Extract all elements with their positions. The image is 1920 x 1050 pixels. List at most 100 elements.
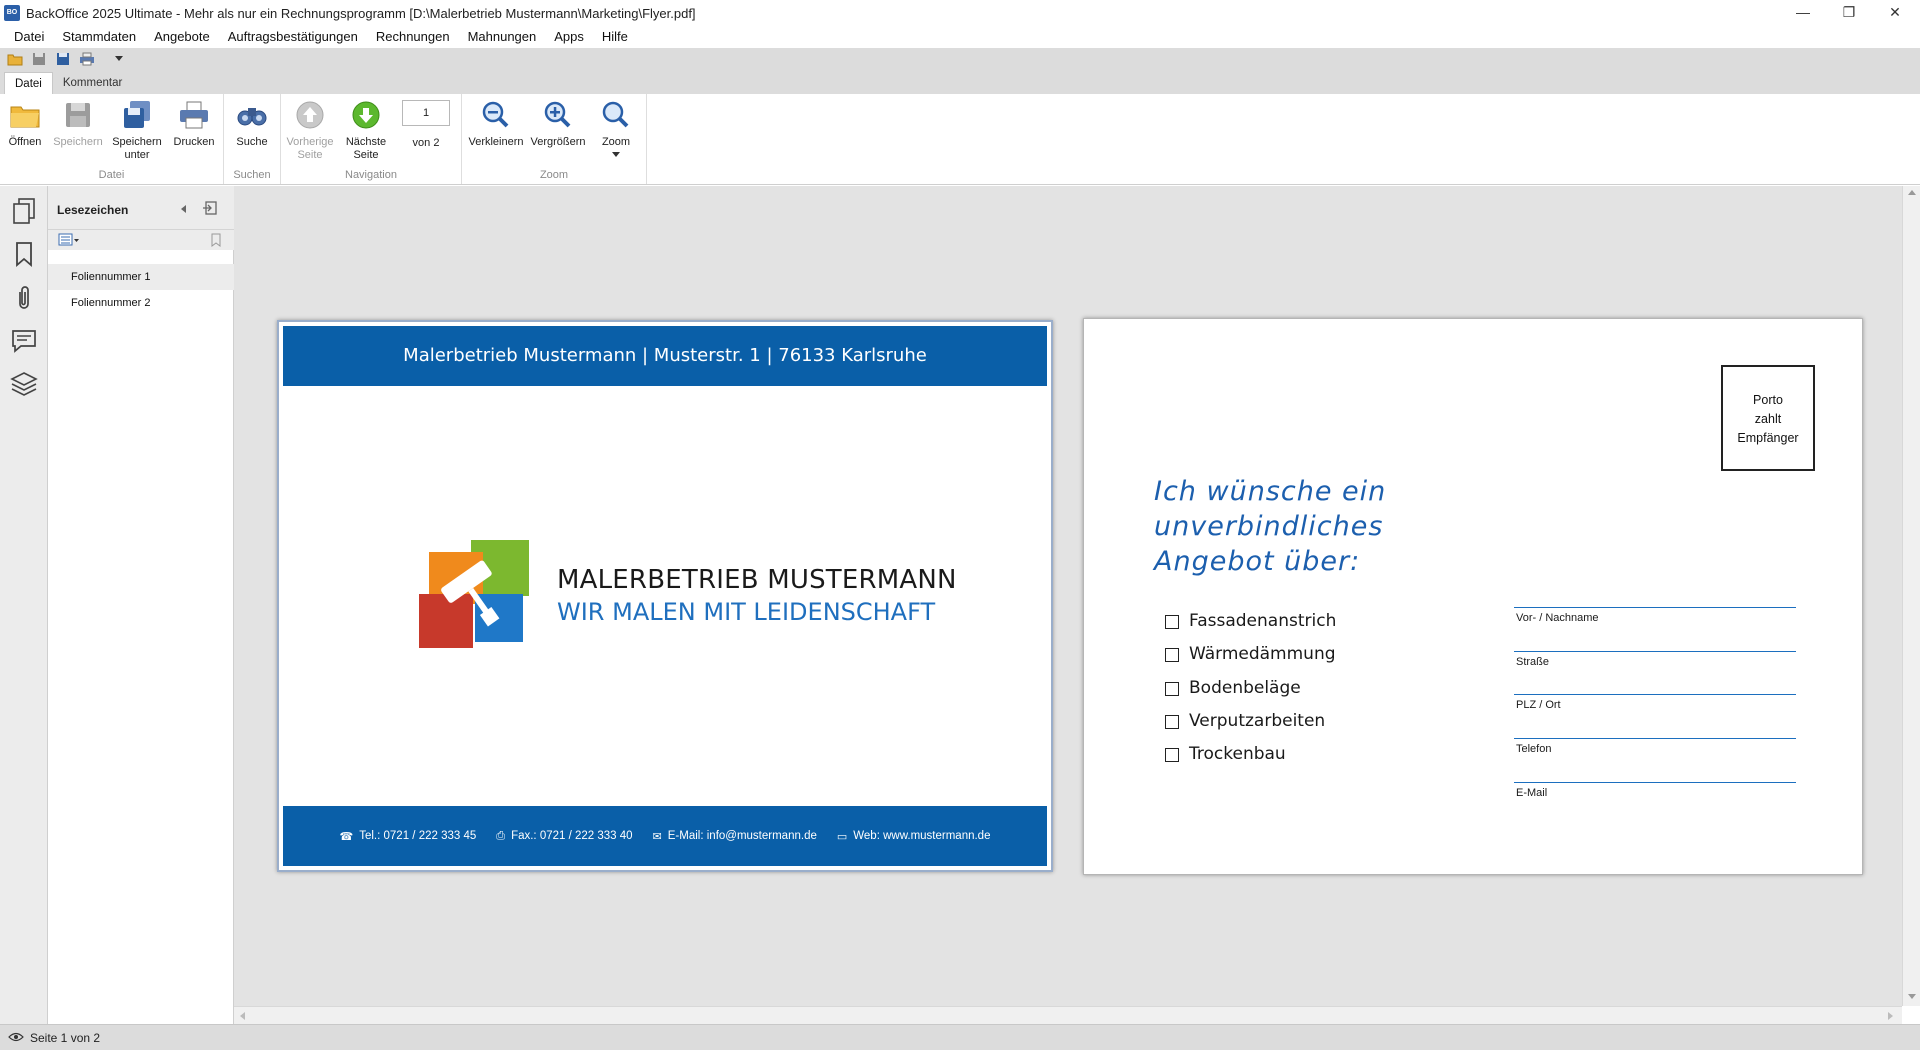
web-icon: ▭	[836, 830, 848, 843]
pages-icon[interactable]	[9, 196, 39, 226]
title-bar: BO BackOffice 2025 Ultimate - Mehr als n…	[0, 0, 1920, 26]
page-number-input[interactable]: 1	[402, 100, 450, 126]
zoom-in-label: Vergrößern	[530, 136, 586, 148]
quick-access-toolbar	[0, 48, 1920, 70]
bookmark-item[interactable]: Foliennummer 2	[48, 290, 234, 316]
tab-kommentar[interactable]: Kommentar	[53, 72, 132, 94]
field-label: PLZ / Ort	[1516, 699, 1561, 711]
field-line	[1514, 651, 1796, 652]
magnifier-icon	[599, 98, 633, 132]
close-button[interactable]: ✕	[1872, 0, 1918, 26]
menu-bar: Datei Stammdaten Angebote Auftragsbestät…	[0, 26, 1920, 48]
status-bar: Seite 1 von 2	[0, 1024, 1920, 1050]
postage-line-1: Porto	[1753, 393, 1783, 407]
bookmark-add-icon[interactable]	[209, 233, 223, 250]
web-text: Web: www.mustermann.de	[853, 830, 991, 842]
bookmark-options-icon[interactable]	[58, 233, 80, 250]
paperclip-icon[interactable]	[9, 283, 39, 313]
folder-open-icon	[8, 98, 42, 132]
menu-mahnungen[interactable]: Mahnungen	[459, 26, 546, 48]
option-label: Verputzarbeiten	[1189, 711, 1326, 731]
bookmarks-title: Lesezeichen	[57, 203, 129, 217]
previous-page-button[interactable]: Vorherige Seite	[285, 98, 335, 162]
field-line	[1514, 782, 1796, 783]
arrow-down-icon	[349, 98, 383, 132]
email-text: E-Mail: info@mustermann.de	[667, 830, 817, 842]
fax-icon: ⎙	[496, 829, 506, 842]
save-label: Speichern	[53, 136, 103, 148]
field-label: Vor- / Nachname	[1516, 612, 1599, 624]
print-label: Drucken	[173, 136, 215, 148]
vertical-scrollbar[interactable]	[1902, 186, 1920, 1006]
search-button[interactable]: Suche	[228, 98, 276, 149]
bookmarks-toolbar	[48, 230, 234, 250]
save-as-button[interactable]: Speichern unter	[110, 98, 164, 162]
window-title: BackOffice 2025 Ultimate - Mehr als nur …	[26, 5, 696, 21]
comment-icon[interactable]	[9, 326, 39, 356]
minimize-button[interactable]: —	[1780, 0, 1826, 26]
save-as-icon	[120, 98, 154, 132]
postage-line-3: Empfänger	[1737, 431, 1799, 445]
menu-datei[interactable]: Datei	[0, 26, 53, 48]
open-button[interactable]: Öffnen	[4, 98, 46, 149]
footer-email: ✉ E-Mail: info@mustermann.de	[653, 830, 817, 843]
menu-auftragsbestaetigungen[interactable]: Auftragsbestätigungen	[219, 26, 367, 48]
bookmark-icon[interactable]	[9, 239, 39, 269]
panel-exit-icon[interactable]	[202, 200, 218, 219]
ribbon-tabs: Datei Kommentar	[0, 70, 1920, 94]
email-icon: ✉	[652, 830, 662, 843]
binoculars-icon	[235, 98, 269, 132]
bookmarks-header: Lesezeichen	[48, 186, 234, 230]
menu-hilfe[interactable]: Hilfe	[593, 26, 637, 48]
zoom-dropdown-button[interactable]: Zoom	[592, 98, 640, 162]
option-label: Wärmedämmung	[1189, 644, 1336, 664]
option-label: Bodenbeläge	[1189, 678, 1301, 698]
zoom-out-button[interactable]: Verkleinern	[468, 98, 524, 149]
save-as-icon[interactable]	[54, 50, 72, 68]
save-icon[interactable]	[30, 50, 48, 68]
footer-phone: ☎ Tel.: 0721 / 222 333 45	[340, 830, 477, 843]
zoom-in-icon	[541, 98, 575, 132]
zoom-label: Zoom	[601, 136, 631, 148]
pdf-page-1: Malerbetrieb Mustermann | Musterstr. 1 |…	[277, 320, 1053, 872]
zoom-out-label: Verkleinern	[468, 136, 524, 148]
tab-datei[interactable]: Datei	[4, 72, 53, 94]
save-as-label-2: unter	[124, 149, 150, 161]
group-label-zoom: Zoom	[539, 169, 569, 181]
handwritten-line-3: Angebot über:	[1154, 546, 1361, 577]
group-label-datei: Datei	[98, 169, 125, 181]
folder-open-icon[interactable]	[6, 50, 24, 68]
save-button[interactable]: Speichern	[52, 98, 104, 149]
previous-page-label-2: Seite	[297, 149, 323, 161]
footer-fax: ⎙ Fax.: 0721 / 222 333 40	[496, 830, 632, 843]
menu-stammdaten[interactable]: Stammdaten	[53, 26, 145, 48]
handwritten-line-1: Ich wünsche ein	[1154, 476, 1387, 507]
layers-icon[interactable]	[9, 369, 39, 399]
field-label: E-Mail	[1516, 787, 1548, 799]
menu-angebote[interactable]: Angebote	[145, 26, 219, 48]
checkbox-fassadenanstrich	[1165, 615, 1179, 629]
customize-dropdown-icon[interactable]	[110, 50, 128, 68]
chevron-down-icon	[592, 149, 640, 162]
field-label: Telefon	[1516, 743, 1552, 755]
next-page-button[interactable]: Nächste Seite	[341, 98, 391, 162]
print-button[interactable]: Drucken	[170, 98, 218, 149]
handwritten-heading: Ich wünsche ein unverbindliches Angebot …	[1154, 474, 1454, 579]
checkbox-waermedaemmung	[1165, 648, 1179, 662]
pdf-page-2: Porto zahlt Empfänger Ich wünsche ein un…	[1083, 318, 1863, 875]
eye-icon	[8, 1031, 24, 1045]
zoom-in-button[interactable]: Vergrößern	[530, 98, 586, 149]
ribbon-group-datei: Öffnen Speichern Speichern unter Drucken…	[0, 94, 224, 184]
next-page-label-2: Seite	[353, 149, 379, 161]
checkbox-bodenbelaege	[1165, 682, 1179, 696]
menu-rechnungen[interactable]: Rechnungen	[367, 26, 459, 48]
bookmark-item[interactable]: Foliennummer 1	[48, 264, 234, 290]
page-status: Seite 1 von 2	[30, 1030, 101, 1045]
print-icon[interactable]	[78, 50, 96, 68]
restore-button[interactable]: ❐	[1826, 0, 1872, 26]
footer-web: ▭ Web: www.mustermann.de	[837, 830, 991, 843]
collapse-arrow-icon[interactable]	[180, 203, 188, 217]
horizontal-scrollbar[interactable]	[234, 1006, 1902, 1024]
menu-apps[interactable]: Apps	[545, 26, 593, 48]
group-label-navigation: Navigation	[345, 169, 397, 181]
